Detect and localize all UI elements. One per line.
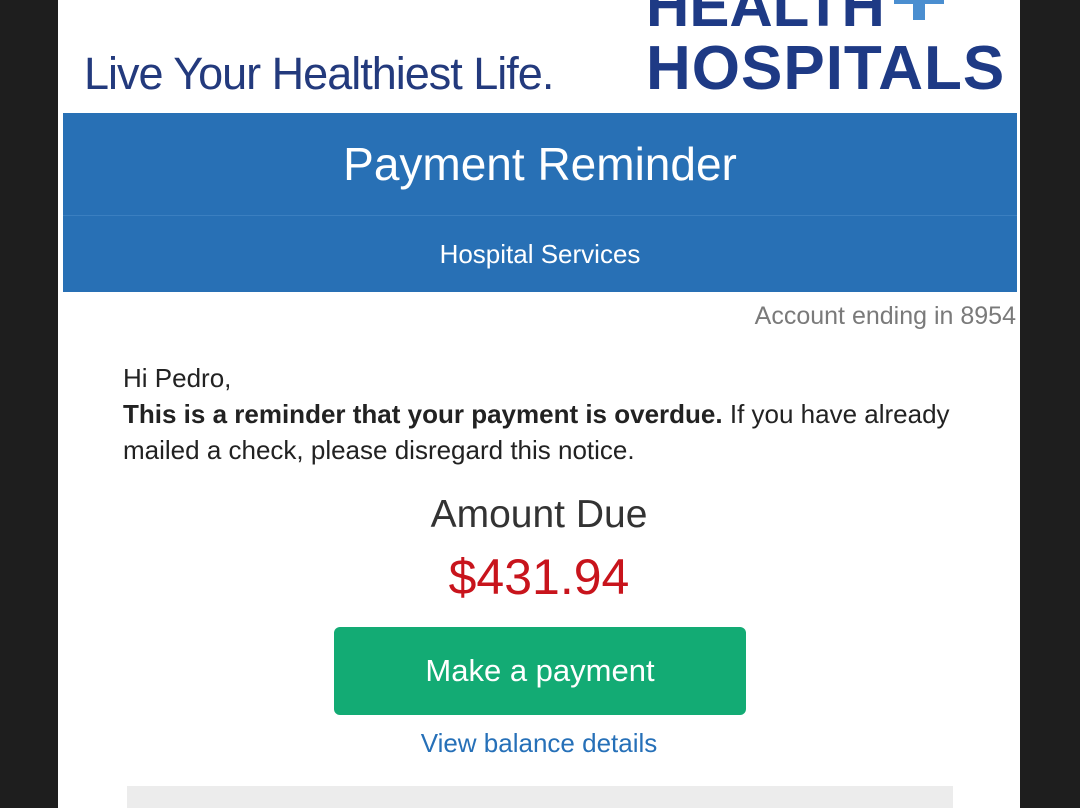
plus-icon (888, 0, 952, 38)
health-hospitals-logo: HEALTH HOSPITALS (646, 0, 1004, 102)
banner-subtitle: Hospital Services (439, 239, 641, 269)
message-body: Hi Pedro, This is a reminder that your p… (123, 360, 963, 468)
logo-text-hospitals: HOSPITALS (646, 34, 1006, 103)
email-viewer-frame: Live Your Healthiest Life. HEALTH HOSPIT… (0, 0, 1080, 808)
amount-due-label: Amount Due (430, 493, 648, 536)
view-balance-details-link[interactable]: View balance details (58, 728, 1020, 759)
email-body: Live Your Healthiest Life. HEALTH HOSPIT… (58, 0, 1020, 808)
logo-text-health: HEALTH (646, 0, 885, 39)
tagline: Live Your Healthiest Life. (84, 48, 554, 99)
overdue-notice: This is a reminder that your payment is … (123, 399, 723, 429)
footer-section (127, 786, 953, 808)
amount-due-value: $431.94 (448, 549, 630, 605)
greeting: Hi Pedro, (123, 363, 232, 393)
make-payment-button[interactable]: Make a payment (334, 627, 746, 715)
account-number: Account ending in 8954 (754, 302, 1016, 330)
message-paragraph: This is a reminder that your payment is … (123, 396, 963, 468)
header-banner: Payment Reminder Hospital Services (63, 113, 1017, 292)
banner-title: Payment Reminder (343, 138, 737, 190)
